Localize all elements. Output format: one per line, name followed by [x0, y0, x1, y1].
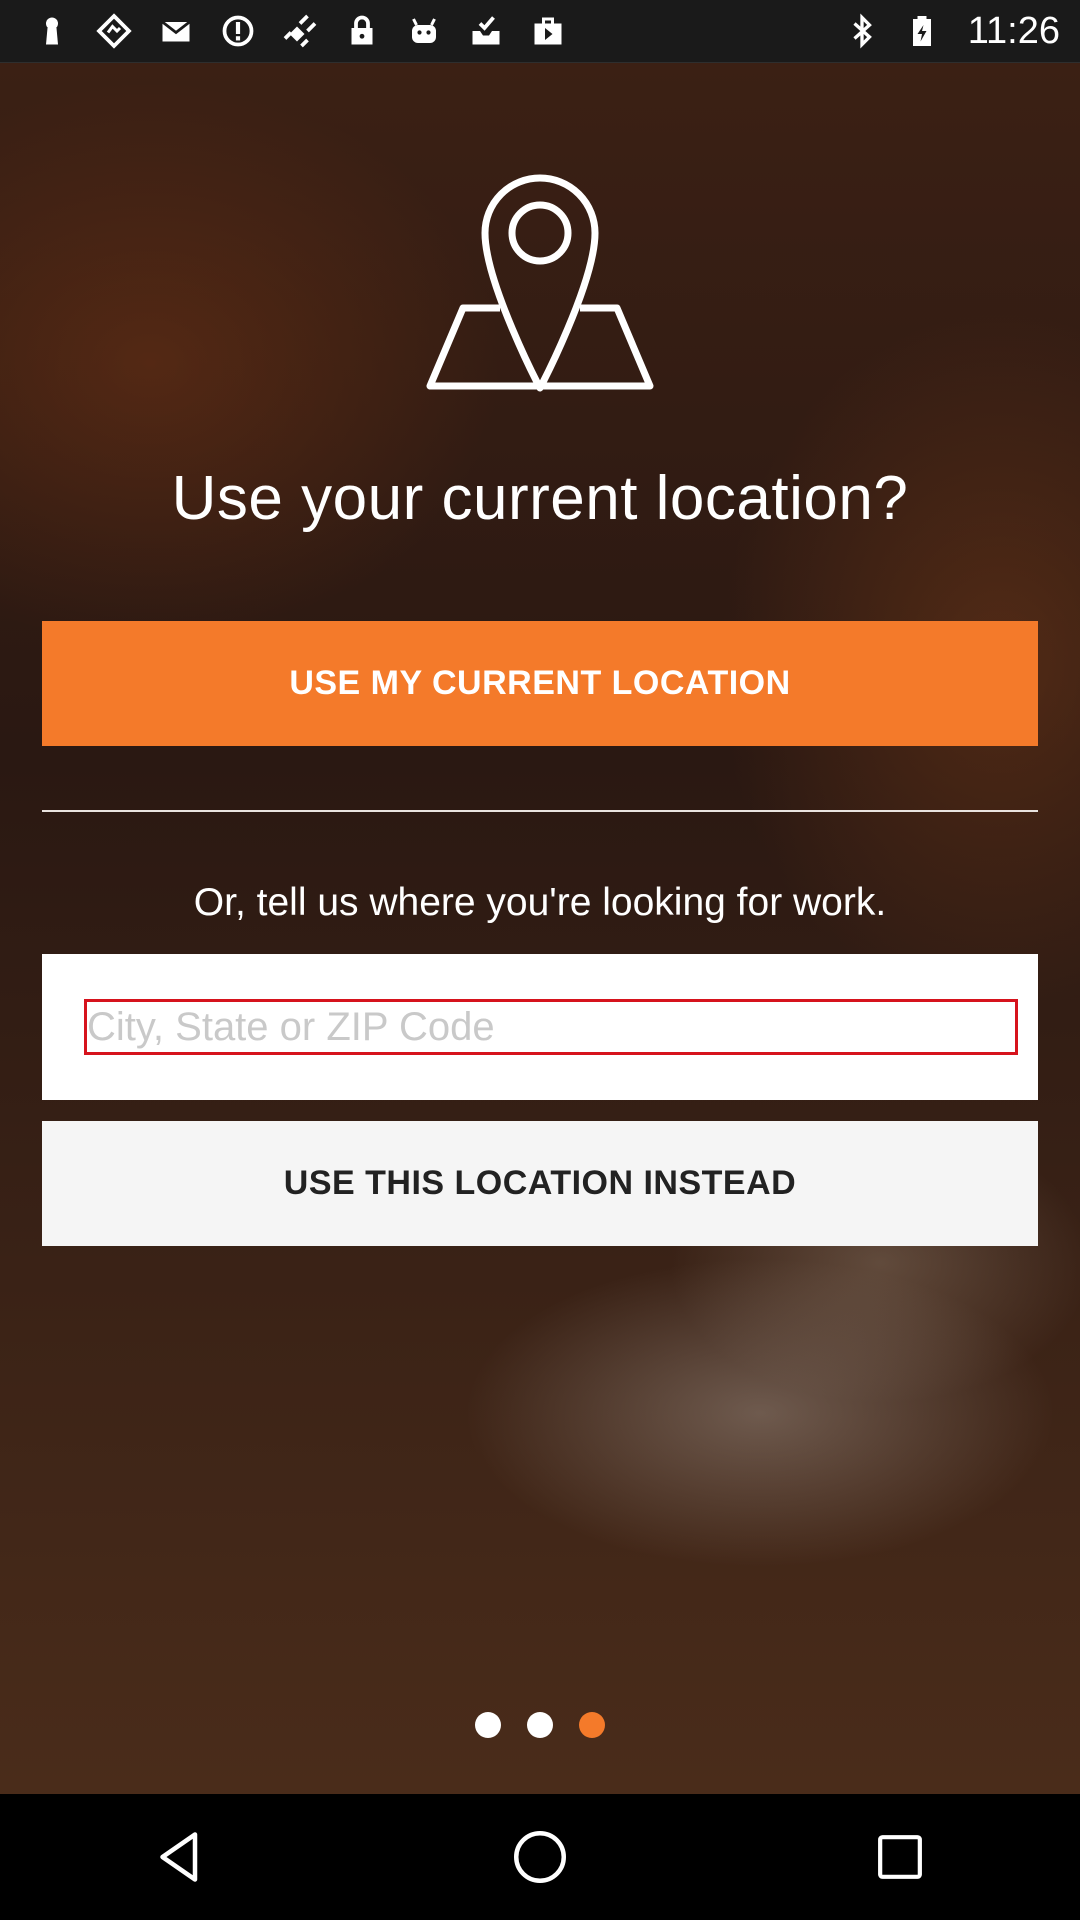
bluetooth-icon: [842, 11, 882, 51]
navigation-bar: [0, 1794, 1080, 1920]
recents-icon[interactable]: [860, 1817, 940, 1897]
location-onboarding-screen: Use your current location? USE MY CURREN…: [0, 63, 1080, 1794]
page-dot-3-active[interactable]: [579, 1712, 605, 1738]
use-current-location-button[interactable]: USE MY CURRENT LOCATION: [42, 621, 1038, 746]
status-clock: 11:26: [967, 9, 1060, 52]
inbox-check-icon: [466, 11, 506, 51]
notification-icons: [0, 11, 568, 51]
page-title: Use your current location?: [171, 464, 909, 533]
status-bar: 11:26: [0, 0, 1080, 63]
page-indicator: [0, 1712, 1080, 1738]
subheading: Or, tell us where you're looking for wor…: [193, 881, 887, 924]
page-dot-2[interactable]: [527, 1712, 553, 1738]
keyhole-icon: [32, 11, 72, 51]
divider: [42, 810, 1038, 812]
system-icons: 11:26: [842, 10, 1080, 53]
briefcase-play-icon: [528, 11, 568, 51]
android-icon: [404, 11, 444, 51]
diamond-nav-icon: [94, 11, 134, 51]
battery-icon: [902, 11, 942, 51]
use-this-location-button[interactable]: USE THIS LOCATION INSTEAD: [42, 1121, 1038, 1246]
alert-circle-icon: [218, 11, 258, 51]
back-icon[interactable]: [140, 1817, 220, 1897]
location-input-container: [42, 954, 1038, 1100]
page-dot-1[interactable]: [475, 1712, 501, 1738]
home-icon[interactable]: [500, 1817, 580, 1897]
mail-icon: [156, 11, 196, 51]
lock-icon: [342, 11, 382, 51]
satellite-fake-gps-icon: [280, 11, 320, 51]
map-pin-icon: [426, 174, 654, 392]
location-search-input[interactable]: [84, 999, 1018, 1055]
